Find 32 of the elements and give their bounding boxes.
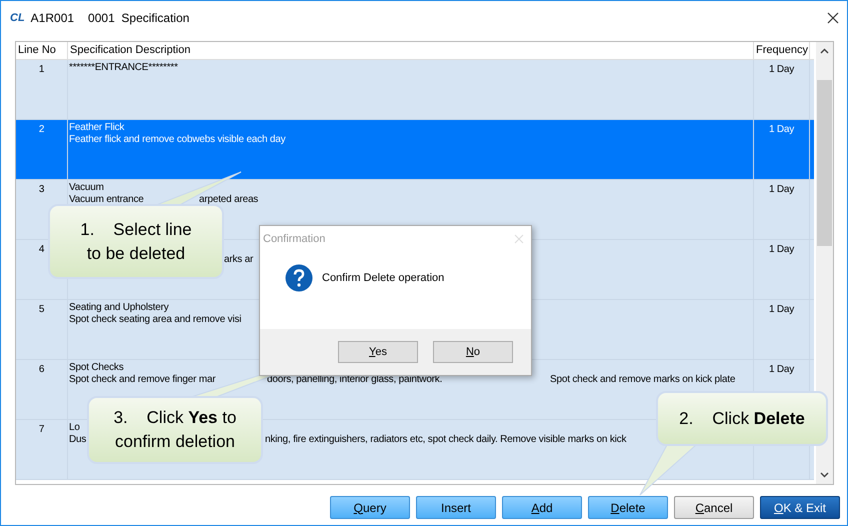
frequency-text: 1 Day (768, 63, 794, 77)
description-text: Dus (69, 434, 86, 446)
description-text: Seating and Upholstery (69, 302, 169, 314)
line-number: 2 (38, 123, 44, 137)
description-text: Feather flick and remove cobwebs visible each day (69, 134, 286, 146)
line-number: 7 (38, 423, 44, 437)
line-number: 4 (38, 243, 44, 257)
window-title-code: A1R001 (30, 10, 74, 27)
description-text: nking, fire extinguishers, radiators etc, spot check daily. Remove visible marks on kick (265, 434, 626, 446)
description-text: Feather Flick (69, 122, 124, 134)
window-title: 0001 Specification (88, 10, 190, 27)
description-text: Spot check and remove marks on kick plate (550, 374, 736, 386)
frequency-text: 1 Day (768, 243, 794, 257)
dialog-message: Confirm Delete operation (322, 270, 444, 286)
description-text: Vacuum (69, 182, 104, 194)
frequency-text: 1 Day (768, 123, 794, 137)
description-text: *******ENTRANCE******** (69, 62, 178, 74)
description-text: arpeted areas (199, 194, 258, 206)
frequency-text: 1 Day (768, 183, 794, 197)
description-text: doors, panelling, interior glass, paintwork. (267, 374, 442, 386)
description-text: Vacuum entrance (69, 194, 144, 206)
line-number: 6 (38, 363, 44, 377)
description-text: Spot check seating area and remove visi (69, 314, 242, 326)
line-number: 1 (38, 63, 44, 77)
description-text: Spot check and remove finger mar (69, 374, 216, 386)
frequency-text: 1 Day (768, 303, 794, 317)
line-number: 3 (38, 183, 44, 197)
description-text: arks ar (224, 254, 254, 266)
description-text: Spot Checks (69, 362, 124, 374)
logo: CL (10, 10, 25, 26)
description-text: Lo (69, 422, 80, 434)
line-number: 5 (38, 303, 44, 317)
